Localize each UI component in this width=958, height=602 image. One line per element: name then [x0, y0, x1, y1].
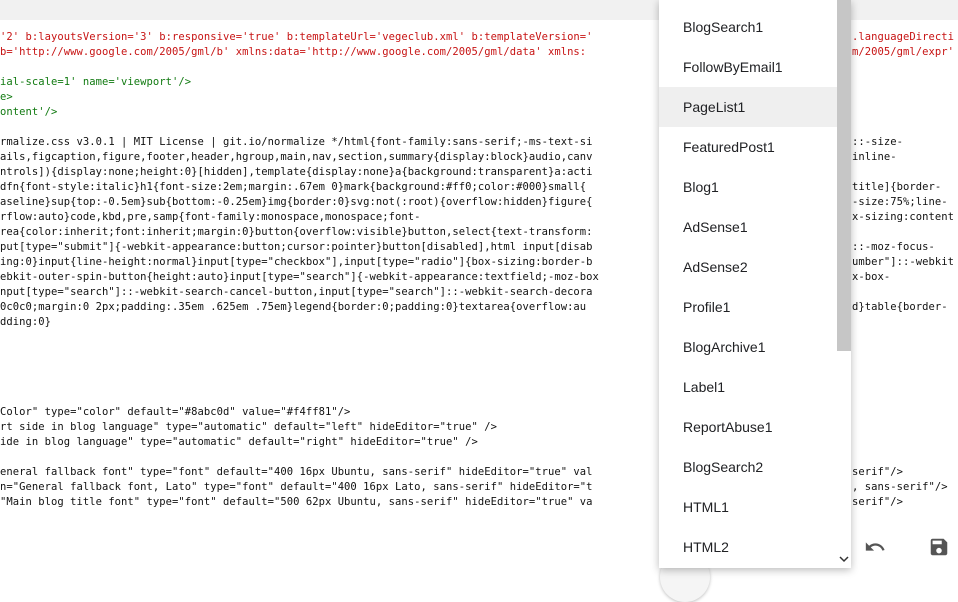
code-line-right: umber"]::-webkit — [852, 256, 954, 268]
undo-button[interactable] — [860, 532, 890, 562]
code-line: rflow:auto}code,kbd,pre,samp{font-family… — [0, 211, 421, 223]
code-line: ontent'/> — [0, 106, 58, 118]
dropdown-item[interactable]: BlogSearch1 — [659, 7, 837, 47]
code-line: '2' b:layoutsVersion='3' b:responsive='t… — [0, 31, 593, 43]
code-line-right: , sans-serif"/> — [852, 481, 948, 493]
code-line-right: m/2005/gml/expr' — [852, 46, 954, 58]
scroll-down-arrow[interactable] — [837, 550, 851, 568]
save-button[interactable] — [924, 532, 954, 562]
dropdown-item[interactable]: BlogArchive1 — [659, 327, 837, 367]
dropdown-item[interactable]: ReportAbuse1 — [659, 407, 837, 447]
chevron-down-icon — [839, 556, 849, 563]
code-line-right: serif"/> — [852, 496, 903, 508]
code-line: ial-scale=1' name='viewport'/> — [0, 76, 192, 88]
code-line: rmalize.css v3.0.1 | MIT License | git.i… — [0, 136, 593, 148]
code-line-right: title]{border- — [852, 181, 942, 193]
code-line: nput[type="search"]::-webkit-search-canc… — [0, 286, 593, 298]
code-line-right: -size:75%;line- — [852, 196, 948, 208]
dropdown-item[interactable]: AdSense2 — [659, 247, 837, 287]
code-line: ails,figcaption,figure,footer,header,hgr… — [0, 151, 593, 163]
save-icon — [930, 538, 948, 556]
dropdown-item[interactable]: BlogSearch2 — [659, 447, 837, 487]
code-line: "Main blog title font" type="font" defau… — [0, 496, 593, 508]
code-line: b='http://www.google.com/2005/gml/b' xml… — [0, 46, 587, 58]
code-line: rea{color:inherit;font:inherit;margin:0}… — [0, 226, 593, 238]
code-line: rt side in blog language" type="automati… — [0, 421, 497, 433]
code-line-right: ::-moz-focus- — [852, 241, 935, 253]
dropdown-item[interactable]: HTML2 — [659, 527, 837, 567]
code-line: dfn{font-style:italic}h1{font-size:2em;m… — [0, 181, 587, 193]
code-line-right: x-sizing:content — [852, 211, 954, 223]
code-line: 0c0c0;margin:0 2px;padding:.35em .625em … — [0, 301, 587, 313]
widget-dropdown-menu: BlogSearch1 FollowByEmail1 PageList1 Featur… — [659, 0, 851, 568]
code-line-right: ::-size- — [852, 136, 903, 148]
dropdown-item[interactable]: Profile1 — [659, 287, 837, 327]
code-line: ntrols]){display:none;height:0}[hidden],… — [0, 166, 593, 178]
code-line: put[type="submit"]{-webkit-appearance:bu… — [0, 241, 593, 253]
dropdown-item[interactable]: AdSense1 — [659, 207, 837, 247]
code-line: e> — [0, 91, 13, 103]
code-line: ide in blog language" type="automatic" d… — [0, 436, 478, 448]
code-line: Color" type="color" default="#8abc0d" va… — [0, 406, 351, 418]
code-line: dding:0} — [0, 316, 51, 328]
code-line: ing:0}input{line-height:normal}input[typ… — [0, 256, 593, 268]
code-line-right: .languageDirecti — [852, 31, 954, 43]
code-line: n="General fallback font, Lato" type="fo… — [0, 481, 593, 493]
code-line: eneral fallback font" type="font" defaul… — [0, 466, 593, 478]
dropdown-item[interactable]: FollowByEmail1 — [659, 47, 837, 87]
code-line: aseline}sup{top:-0.5em}sub{bottom:-0.25e… — [0, 196, 593, 208]
code-line-right: d}table{border- — [852, 301, 948, 313]
dropdown-item[interactable]: FeaturedPost1 — [659, 127, 837, 167]
code-line: ebkit-outer-spin-button{height:auto}inpu… — [0, 271, 599, 283]
undo-icon — [865, 542, 885, 551]
code-line-right: inline- — [852, 151, 897, 163]
dropdown-item[interactable]: HTML1 — [659, 487, 837, 527]
dropdown-item[interactable]: PageList1 — [659, 87, 837, 127]
dropdown-item[interactable]: Blog1 — [659, 167, 837, 207]
code-line-right: x-box- — [852, 271, 891, 283]
code-line-right: serif"/> — [852, 466, 903, 478]
dropdown-scrollbar-thumb[interactable] — [837, 0, 851, 351]
dropdown-item[interactable]: Label1 — [659, 367, 837, 407]
